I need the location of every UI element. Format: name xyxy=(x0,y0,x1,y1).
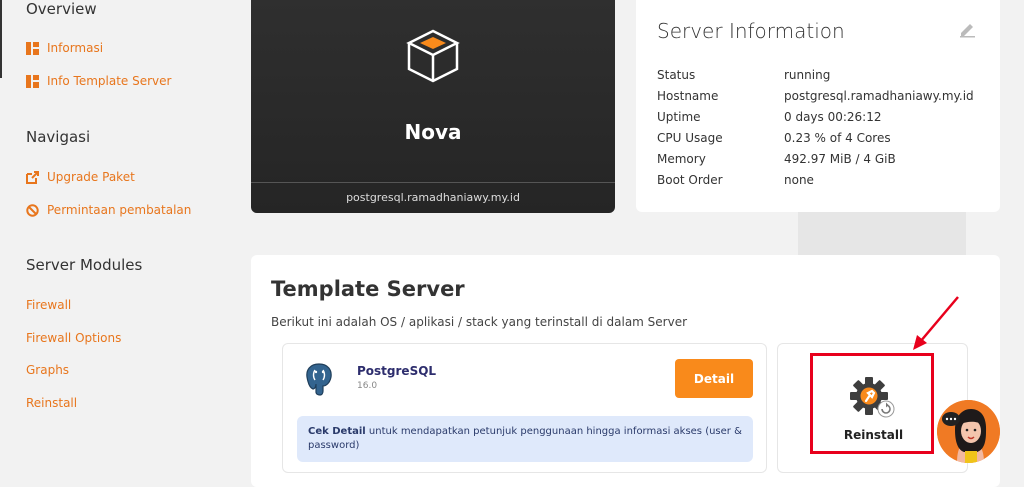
sidebar-item-permintaan-pembatalan[interactable]: Permintaan pembatalan xyxy=(26,203,191,217)
sidebar-section-overview: Overview xyxy=(26,0,97,18)
info-value: running xyxy=(784,68,831,82)
detail-button[interactable]: Detail xyxy=(675,359,753,398)
sidebar-item-informasi[interactable]: Informasi xyxy=(26,41,103,55)
server-information-card: Server Information Status running Hostna… xyxy=(636,0,1000,212)
external-link-icon xyxy=(26,170,39,184)
product-hero-card: Nova postgresql.ramadhaniawy.my.id xyxy=(251,0,615,213)
info-value: postgresql.ramadhaniawy.my.id xyxy=(784,89,974,103)
support-agent-icon xyxy=(937,400,1000,463)
divider xyxy=(251,182,615,183)
product-name: Nova xyxy=(404,120,462,144)
os-name: PostgreSQL xyxy=(357,364,437,378)
box-icon xyxy=(406,29,460,83)
reinstall-gear-icon xyxy=(850,377,895,418)
sidebar-item-reinstall[interactable]: Reinstall xyxy=(26,396,77,410)
chat-support-avatar[interactable] xyxy=(937,400,1000,463)
sidebar-section-navigasi: Navigasi xyxy=(26,128,91,146)
info-value: none xyxy=(784,173,814,187)
template-server-card: Template Server Berikut ini adalah OS / … xyxy=(251,255,1000,487)
info-key: CPU Usage xyxy=(657,131,723,145)
sidebar-section-server-modules: Server Modules xyxy=(26,256,143,274)
info-key: Status xyxy=(657,68,696,82)
sidebar: Overview Informasi Info Template Server … xyxy=(0,0,235,487)
info-key: Uptime xyxy=(657,110,701,124)
info-key: Hostname xyxy=(657,89,719,103)
sidebar-item-label: Reinstall xyxy=(26,396,78,410)
os-template-item: PostgreSQL 16.0 Detail Cek Detail untuk … xyxy=(282,343,767,473)
postgresql-logo-icon xyxy=(306,363,332,396)
sidebar-item-label: Firewall xyxy=(26,298,72,312)
ban-icon xyxy=(26,203,39,217)
sidebar-item-label: Permintaan pembatalan xyxy=(47,203,192,217)
dashboard-icon xyxy=(26,41,39,55)
info-value: 0 days 00:26:12 xyxy=(784,110,882,124)
product-hostname: postgresql.ramadhaniawy.my.id xyxy=(346,191,520,204)
sidebar-item-info-template-server[interactable]: Info Template Server xyxy=(26,74,171,88)
sidebar-item-label: Firewall Options xyxy=(26,331,122,345)
server-information-title: Server Information xyxy=(657,19,845,43)
sidebar-item-graphs[interactable]: Graphs xyxy=(26,363,69,377)
edit-pencil-icon[interactable] xyxy=(958,20,976,38)
info-key: Memory xyxy=(657,152,706,166)
sidebar-item-label: Upgrade Paket xyxy=(47,170,135,184)
sidebar-item-firewall[interactable]: Firewall xyxy=(26,298,71,312)
sidebar-item-firewall-options[interactable]: Firewall Options xyxy=(26,331,121,345)
dashboard-icon xyxy=(26,74,39,88)
note-bold-text: Cek Detail xyxy=(308,426,366,437)
sidebar-item-upgrade-paket[interactable]: Upgrade Paket xyxy=(26,170,135,184)
info-value: 0.23 % of 4 Cores xyxy=(784,131,891,145)
template-server-title: Template Server xyxy=(271,277,465,301)
info-value: 492.97 MiB / 4 GiB xyxy=(784,152,896,166)
sidebar-item-label: Informasi xyxy=(47,41,104,55)
template-server-subtitle: Berikut ini adalah OS / aplikasi / stack… xyxy=(271,315,688,329)
sidebar-item-label: Graphs xyxy=(26,363,70,377)
sidebar-item-label: Info Template Server xyxy=(47,74,172,88)
detail-info-note: Cek Detail untuk mendapatkan petunjuk pe… xyxy=(297,416,753,462)
note-text: untuk mendapatkan petunjuk penggunaan hi… xyxy=(308,426,742,451)
reinstall-button[interactable]: Reinstall xyxy=(777,343,968,473)
info-key: Boot Order xyxy=(657,173,723,187)
os-version: 16.0 xyxy=(357,381,378,391)
